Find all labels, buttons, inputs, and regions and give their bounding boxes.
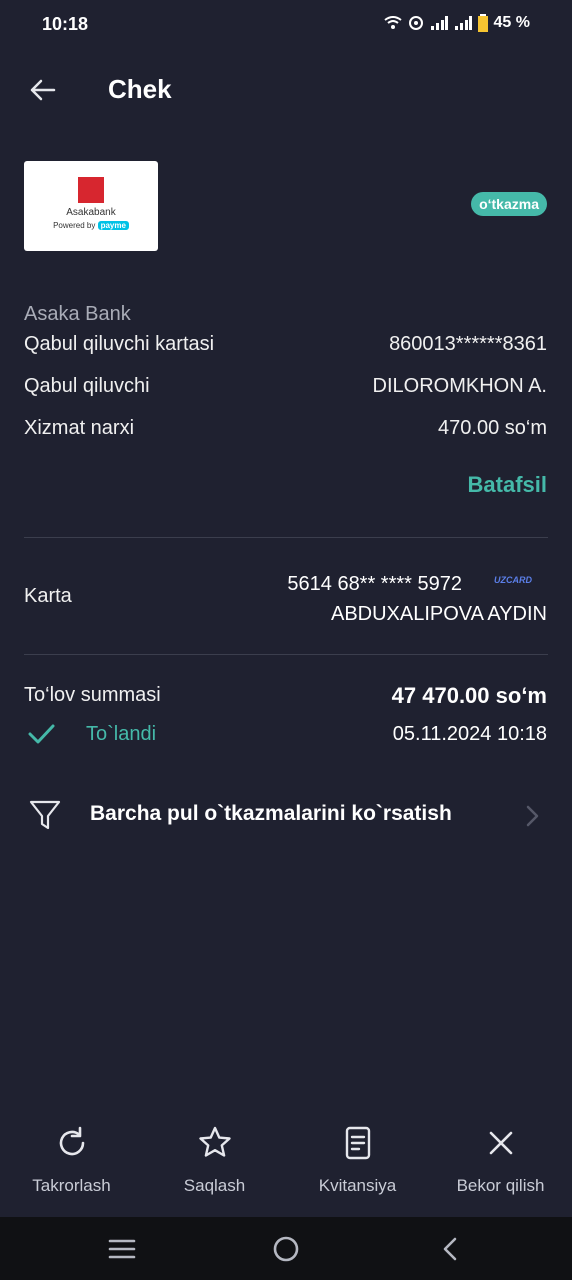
signal-icon xyxy=(454,16,472,30)
page-title: Chek xyxy=(108,74,172,104)
divider xyxy=(24,654,548,655)
repeat-label: Takrorlash xyxy=(32,1176,111,1195)
payment-amount: 47 470.00 so‘m xyxy=(391,683,547,708)
detail-label: Xizmat narxi xyxy=(24,417,135,439)
chevron-right-icon xyxy=(526,805,539,827)
close-icon xyxy=(489,1131,512,1155)
status-bar: 10:18 45 % xyxy=(0,0,572,48)
repeat-button[interactable]: Takrorlash xyxy=(0,1125,143,1196)
hotspot-icon xyxy=(408,16,423,30)
receipt-label: Kvitansiya xyxy=(318,1176,397,1195)
home-icon[interactable] xyxy=(272,1235,300,1263)
wifi-icon xyxy=(383,16,402,29)
status-time: 10:18 xyxy=(42,14,89,34)
cancel-label: Bekor qilish xyxy=(456,1176,545,1195)
detail-value: DILOROMKHON A. xyxy=(372,375,547,397)
show-all-transfers-label: Barcha pul o`tkazmalarini ko`rsatish xyxy=(90,802,452,825)
payme-label: payme xyxy=(97,221,129,230)
divider xyxy=(24,537,548,538)
menu-icon[interactable] xyxy=(108,1237,136,1261)
signal-icon xyxy=(430,16,448,30)
back-icon[interactable] xyxy=(440,1236,460,1262)
receipt-icon xyxy=(345,1126,370,1160)
cancel-button[interactable]: Bekor qilish xyxy=(429,1125,572,1196)
asakabank-logo-icon xyxy=(78,177,104,203)
transfer-badge: o‘tkazma xyxy=(471,192,547,216)
logo-name: Asakabank xyxy=(66,207,116,218)
logo-powered-by: Powered by payme xyxy=(24,221,158,230)
card-owner: ABDUXALIPOVA AYDIN xyxy=(330,603,547,625)
check-icon xyxy=(28,724,55,744)
powered-by-text: Powered by xyxy=(53,221,96,230)
detail-label: Qabul qiluvchi kartasi xyxy=(24,333,215,355)
detail-label: Qabul qiluvchi xyxy=(24,375,150,397)
star-icon xyxy=(198,1126,231,1157)
save-button[interactable]: Saqlash xyxy=(143,1125,286,1196)
uzcard-logo: UZCARD xyxy=(494,575,532,585)
battery-percent: 45 % xyxy=(493,14,530,31)
save-label: Saqlash xyxy=(183,1176,246,1195)
system-nav-bar xyxy=(0,1217,572,1280)
status-icons: 45 % xyxy=(383,14,530,32)
detail-value: 860013******8361 xyxy=(389,333,547,355)
merchant-logo: Asakabank Powered by payme xyxy=(24,161,158,251)
card-label: Karta xyxy=(24,585,72,607)
card-number: 5614 68** **** 5972 xyxy=(287,573,462,595)
bank-name: Asaka Bank xyxy=(24,303,131,325)
back-arrow-icon[interactable] xyxy=(28,76,56,104)
filter-icon xyxy=(29,800,61,830)
battery-icon xyxy=(477,14,488,32)
detail-value: 470.00 so‘m xyxy=(438,417,547,439)
show-all-transfers-row[interactable]: Barcha pul o`tkazmalarini ko`rsatish xyxy=(0,780,572,850)
more-details-link[interactable]: Batafsil xyxy=(468,472,547,498)
refresh-icon xyxy=(59,1126,84,1156)
payment-datetime: 05.11.2024 10:18 xyxy=(392,723,547,745)
payment-label: To‘lov summasi xyxy=(24,684,161,706)
payment-status: To`landi xyxy=(86,723,157,745)
receipt-button[interactable]: Kvitansiya xyxy=(286,1125,429,1196)
